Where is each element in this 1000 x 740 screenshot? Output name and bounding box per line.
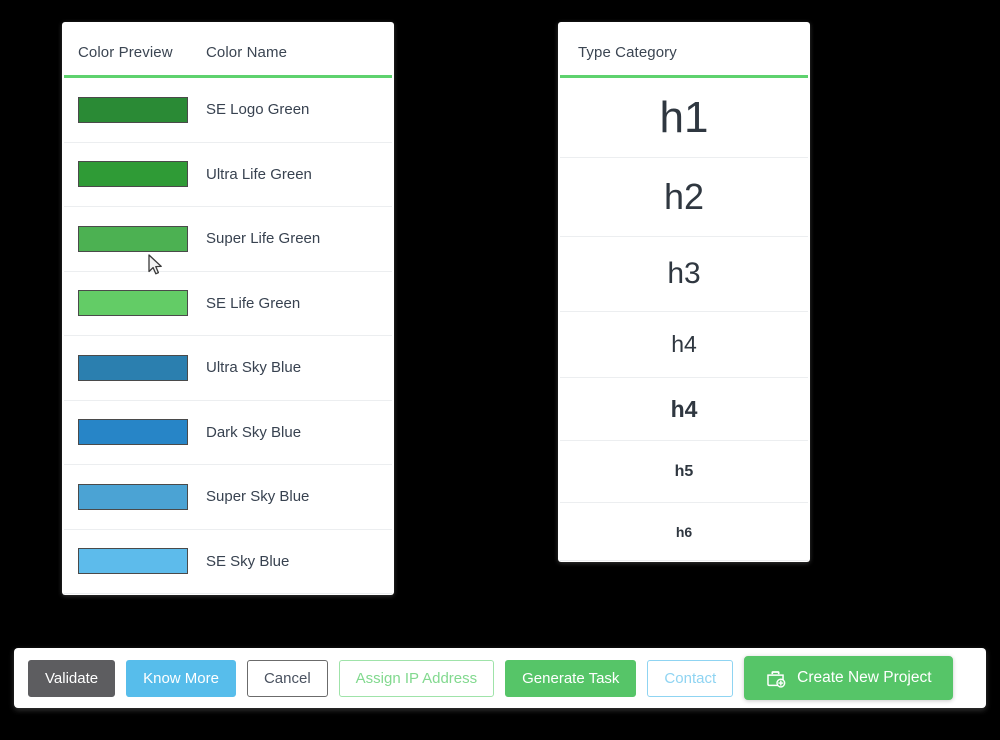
color-swatch: [78, 290, 188, 317]
color-name-label: SE Life Green: [206, 294, 301, 312]
generate-task-button[interactable]: Generate Task: [505, 659, 637, 697]
type-rows-container: h1 h2 h3 h4 h4 h5 h6: [558, 78, 810, 561]
button-label: Know More: [143, 669, 219, 687]
color-palette-panel: Color Preview Color Name SE Logo Green Ul…: [62, 22, 394, 595]
type-panel-header: Type Category: [558, 22, 810, 75]
color-row[interactable]: Super Life Green: [62, 207, 394, 271]
color-row[interactable]: Ultra Life Green: [62, 143, 394, 207]
color-rows-container: SE Logo Green Ultra Life Green Super Life …: [62, 78, 394, 594]
type-sample-label: h4: [670, 395, 698, 422]
color-row[interactable]: Ultra Sky Blue: [62, 336, 394, 400]
color-name-label: Super Life Green: [206, 230, 321, 248]
type-row[interactable]: h6: [558, 503, 810, 560]
type-sample-label: h2: [663, 176, 705, 217]
button-label: Create New Project: [797, 669, 932, 686]
cancel-button[interactable]: Cancel: [246, 659, 328, 697]
color-swatch: [78, 354, 188, 381]
type-row[interactable]: h1: [558, 78, 810, 157]
screen-root: Color Preview Color Name SE Logo Green Ul…: [0, 0, 1000, 740]
color-swatch: [78, 161, 188, 188]
type-row[interactable]: h4: [558, 312, 810, 377]
create-new-project-button[interactable]: Create New Project: [744, 656, 953, 700]
button-label: Assign IP Address: [355, 669, 478, 687]
column-header-color-name: Color Name: [206, 44, 288, 61]
assign-ip-address-button[interactable]: Assign IP Address: [338, 659, 495, 697]
color-name-label: Super Sky Blue: [206, 488, 310, 506]
color-swatch: [78, 96, 188, 123]
button-label: Cancel: [263, 669, 311, 687]
row-divider: [560, 560, 808, 561]
type-sample-label: h3: [667, 257, 701, 290]
row-divider: [64, 593, 392, 594]
type-row[interactable]: h3: [558, 237, 810, 311]
type-sample-label: h4: [671, 331, 697, 357]
color-row[interactable]: SE Sky Blue: [62, 530, 394, 594]
color-row[interactable]: SE Life Green: [62, 272, 394, 336]
button-label: Generate Task: [522, 669, 620, 687]
color-name-label: SE Sky Blue: [206, 552, 290, 570]
color-panel-header: Color Preview Color Name: [62, 22, 394, 75]
color-swatch: [78, 225, 188, 252]
color-swatch: [78, 548, 188, 575]
color-row[interactable]: Dark Sky Blue: [62, 401, 394, 465]
type-sample-label: h5: [674, 462, 694, 480]
validate-button[interactable]: Validate: [28, 659, 116, 697]
type-row[interactable]: h2: [558, 158, 810, 236]
color-name-label: SE Logo Green: [206, 101, 310, 119]
button-label: Contact: [664, 669, 717, 687]
color-swatch: [78, 419, 188, 446]
color-name-label: Ultra Life Green: [206, 165, 312, 183]
type-category-panel: Type Category h1 h2 h3 h4 h4 h5 h6: [558, 22, 810, 562]
contact-button[interactable]: Contact: [647, 659, 734, 697]
column-header-color-preview: Color Preview: [78, 44, 173, 61]
briefcase-add-icon: [767, 670, 786, 688]
know-more-button[interactable]: Know More: [126, 659, 236, 697]
color-row[interactable]: Super Sky Blue: [62, 465, 394, 529]
type-sample-label: h1: [659, 92, 709, 142]
type-sample-label: h6: [675, 523, 693, 540]
color-swatch: [78, 483, 188, 510]
button-label: Validate: [45, 669, 99, 687]
type-row[interactable]: h4: [558, 378, 810, 440]
action-button-bar: Validate Know More Cancel Assign IP Address…: [14, 648, 986, 708]
color-row[interactable]: SE Logo Green: [62, 78, 394, 142]
color-name-label: Dark Sky Blue: [206, 423, 302, 441]
color-name-label: Ultra Sky Blue: [206, 359, 302, 377]
type-row[interactable]: h5: [558, 441, 810, 502]
column-header-type-category: Type Category: [578, 44, 677, 61]
